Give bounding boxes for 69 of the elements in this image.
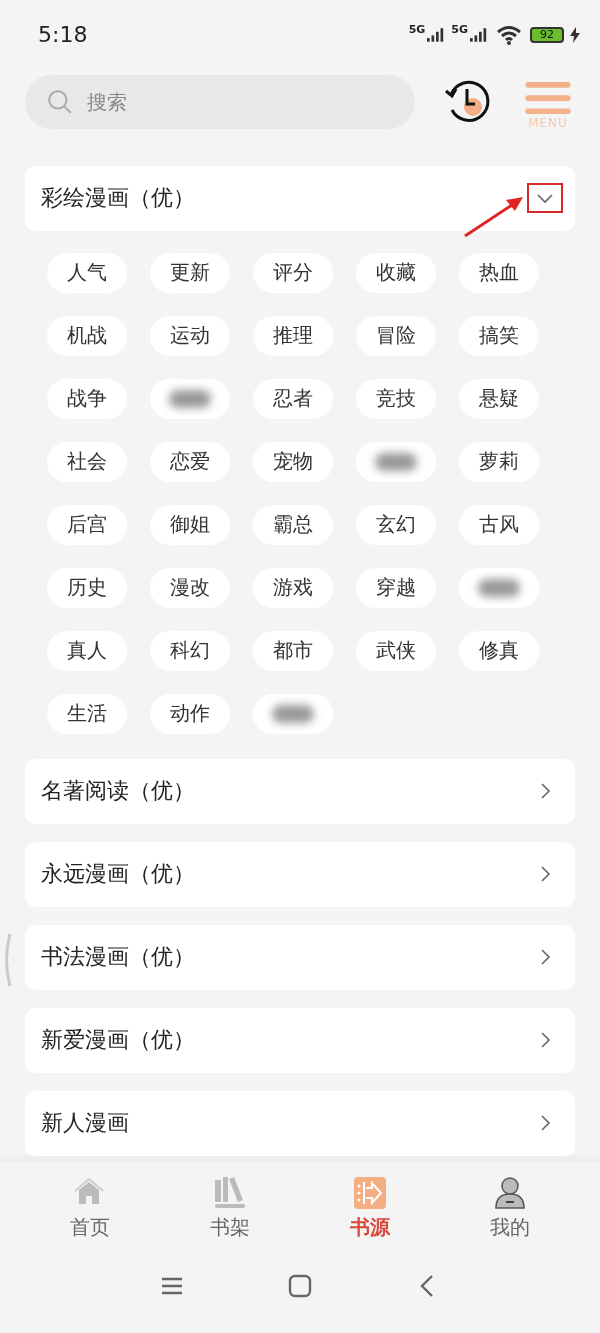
tag-chip[interactable]: 修真 — [459, 630, 539, 671]
tag-chip[interactable]: 游戏 — [253, 567, 333, 608]
source-name: 永远漫画（优） — [41, 860, 195, 889]
tag-chip[interactable]: 御姐 — [150, 504, 230, 545]
tag-chip[interactable]: 竞技 — [356, 378, 436, 419]
source-row[interactable]: 新人漫画 — [25, 1090, 575, 1156]
source-name: 新人漫画 — [41, 1109, 129, 1138]
tag-chip[interactable]: 动作 — [150, 693, 230, 734]
tag-chip[interactable]: 真人 — [47, 630, 127, 671]
tag-chip[interactable]: 搞笑 — [459, 315, 539, 356]
home-button-icon[interactable] — [288, 1273, 312, 1298]
tag-chip[interactable]: 冒险 — [356, 315, 436, 356]
blurred-tag[interactable] — [253, 693, 333, 734]
tag-chip[interactable]: 运动 — [150, 315, 230, 356]
source-name: 书法漫画（优） — [41, 943, 195, 972]
tag-chip[interactable]: 推理 — [253, 315, 333, 356]
tag-chip[interactable]: 后宫 — [47, 504, 127, 545]
tag-chip[interactable]: 战争 — [47, 378, 127, 419]
clock-time: 5:18 — [38, 22, 88, 48]
search-field[interactable]: 搜索 — [25, 74, 415, 129]
tag-chip[interactable]: 忍者 — [253, 378, 333, 419]
edge-handle[interactable] — [2, 932, 12, 988]
network-label: 5G — [408, 22, 426, 36]
tag-chip[interactable]: 机战 — [47, 315, 127, 356]
tag-chip[interactable]: 收藏 — [356, 252, 436, 293]
source-row[interactable]: 新爱漫画（优） — [25, 1007, 575, 1073]
tag-chip[interactable]: 玄幻 — [356, 504, 436, 545]
tag-chip[interactable]: 评分 — [253, 252, 333, 293]
tag-chip[interactable]: 社会 — [47, 441, 127, 482]
tag-chip[interactable]: 漫改 — [150, 567, 230, 608]
source-row[interactable]: 书法漫画（优） — [25, 924, 575, 990]
nav-tab[interactable]: 我的 — [490, 1175, 530, 1241]
source-row[interactable]: 彩绘漫画（优） — [25, 165, 575, 231]
blurred-tag[interactable] — [356, 441, 436, 482]
tag-chip[interactable]: 宠物 — [253, 441, 333, 482]
tag-chip[interactable]: 科幻 — [150, 630, 230, 671]
tag-chip[interactable]: 恋爱 — [150, 441, 230, 482]
source-name: 名著阅读（优） — [41, 777, 195, 806]
books-icon — [213, 1175, 247, 1210]
source-name: 彩绘漫画（优） — [41, 184, 195, 213]
tag-chip[interactable]: 热血 — [459, 252, 539, 293]
tag-chip[interactable]: 萝莉 — [459, 441, 539, 482]
nav-tab[interactable]: 首页 — [70, 1175, 110, 1241]
source-icon — [353, 1175, 387, 1210]
menu-icon — [524, 81, 572, 116]
signal-icon — [470, 27, 488, 43]
tag-chip[interactable]: 穿越 — [356, 567, 436, 608]
blurred-tag[interactable] — [150, 378, 230, 419]
nav-tab[interactable]: 书架 — [210, 1175, 250, 1241]
source-row[interactable]: 名著阅读（优） — [25, 758, 575, 824]
tag-chip[interactable]: 历史 — [47, 567, 127, 608]
wifi-icon — [496, 24, 522, 45]
tag-chip[interactable]: 生活 — [47, 693, 127, 734]
source-row[interactable]: 永远漫画（优） — [25, 841, 575, 907]
tag-chip[interactable]: 人气 — [47, 252, 127, 293]
tag-chip[interactable]: 更新 — [150, 252, 230, 293]
tag-chip[interactable]: 武侠 — [356, 630, 436, 671]
battery-percent: 92 — [540, 29, 554, 41]
nav-tab[interactable]: 书源 — [350, 1175, 390, 1241]
blurred-tag[interactable] — [459, 567, 539, 608]
source-name: 新爱漫画（优） — [41, 1026, 195, 1055]
tag-chip[interactable]: 古风 — [459, 504, 539, 545]
tag-chip[interactable]: 都市 — [253, 630, 333, 671]
person-icon — [493, 1175, 527, 1210]
signal-icon — [427, 27, 446, 43]
tag-chip[interactable]: 悬疑 — [459, 378, 539, 419]
network-label: 5G — [451, 22, 468, 36]
search-icon — [47, 88, 73, 115]
tag-chip[interactable]: 霸总 — [253, 504, 333, 545]
